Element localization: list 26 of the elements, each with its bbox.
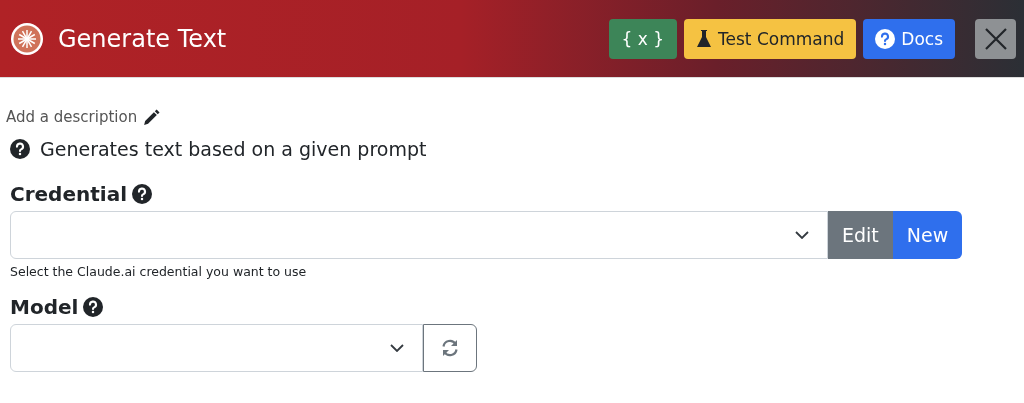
help-text: Generates text based on a given prompt (40, 138, 427, 160)
test-command-button[interactable]: Test Command (684, 18, 857, 59)
help-icon (83, 297, 104, 317)
new-button[interactable]: New (892, 211, 963, 259)
edit-button[interactable]: Edit (828, 211, 893, 259)
refresh-button[interactable] (423, 324, 477, 372)
field-hint: Select the Claude.ai credential you want to use (10, 264, 308, 279)
add-description-link[interactable]: Add a description (6, 108, 138, 126)
select-field[interactable] (10, 324, 423, 372)
help-icon (132, 184, 152, 204)
chevron-down-icon (390, 344, 404, 352)
pencil-icon[interactable] (143, 108, 162, 126)
close-button[interactable] (975, 18, 1016, 59)
logo-icon (10, 21, 44, 56)
docs-button[interactable]: Docs (863, 18, 955, 59)
dialog-title: Generate Text (58, 24, 228, 53)
select-field[interactable] (10, 211, 828, 259)
help-icon (875, 28, 896, 49)
variables-button[interactable]: { x } (608, 18, 678, 59)
help-icon (10, 139, 30, 159)
field-label: Credential (10, 182, 127, 206)
close-icon (983, 26, 1008, 51)
flask-icon (696, 28, 713, 49)
chevron-down-icon (795, 231, 809, 239)
field-label: Model (10, 295, 79, 319)
refresh-icon (440, 338, 460, 358)
